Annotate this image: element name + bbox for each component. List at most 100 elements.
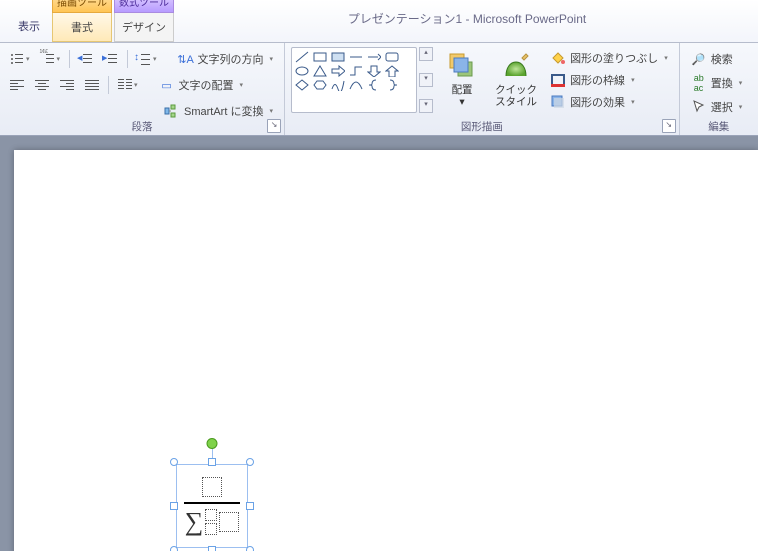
bullets-button[interactable]: [6, 49, 34, 69]
align-justify-button[interactable]: [81, 75, 103, 95]
shape-line2[interactable]: [348, 50, 364, 64]
shape-rect[interactable]: [312, 50, 328, 64]
shapes-gallery[interactable]: [291, 47, 417, 113]
find-button[interactable]: 🔎 検索: [686, 47, 752, 71]
gallery-expand[interactable]: ▾: [419, 99, 433, 113]
outdent-icon: [79, 52, 93, 66]
quick-styles-button[interactable]: クイック スタイル: [491, 47, 541, 117]
align-justify-icon: [85, 80, 99, 90]
separator: [127, 50, 128, 68]
group-paragraph: ⇅A 文字列の方向 ▭ 文字の配置 SmartArt に変換: [0, 43, 285, 135]
increase-indent-button[interactable]: [100, 49, 122, 69]
dialog-launcher-drawing[interactable]: ↘: [662, 119, 676, 133]
shape-outline-label: 図形の枠線: [570, 72, 625, 88]
select-label: 選択: [711, 99, 733, 115]
columns-icon: [118, 79, 132, 91]
shape-brace-l[interactable]: [366, 78, 382, 92]
smartart-icon: [164, 103, 180, 119]
tab-strip: 表示 描画ツール 書式 数式ツール デザイン プレゼンテーション1 - Micr…: [0, 0, 758, 43]
shape-fill-button[interactable]: 図形の塗りつぶし: [545, 47, 673, 69]
tab-design[interactable]: デザイン: [114, 13, 174, 42]
text-direction-button[interactable]: ⇅A 文字列の方向: [173, 47, 279, 71]
align-right-button[interactable]: [56, 75, 78, 95]
find-label: 検索: [711, 51, 733, 67]
equation-tools-header: 数式ツール: [114, 0, 174, 13]
shape-triangle[interactable]: [312, 64, 328, 78]
shape-arrow-up[interactable]: [384, 64, 400, 78]
dialog-launcher-paragraph[interactable]: ↘: [267, 119, 281, 133]
outline-icon: [550, 72, 566, 88]
shape-arrow-down[interactable]: [366, 64, 382, 78]
contextual-tab-drawing-tools[interactable]: 描画ツール 書式: [52, 0, 112, 42]
equation-content[interactable]: ∑: [182, 470, 242, 542]
resize-handle-ne[interactable]: [246, 458, 254, 466]
contextual-tab-equation-tools[interactable]: 数式ツール デザイン: [114, 0, 174, 42]
align-center-button[interactable]: [31, 75, 53, 95]
shape-connector[interactable]: [348, 64, 364, 78]
line-spacing-icon: [137, 52, 151, 66]
align-left-button[interactable]: [6, 75, 28, 95]
shape-arrow-right[interactable]: [330, 64, 346, 78]
shape-outline-button[interactable]: 図形の枠線: [545, 69, 673, 91]
shape-brace-r[interactable]: [384, 78, 400, 92]
shape-effects-button[interactable]: 図形の効果: [545, 91, 673, 113]
group-editing: 🔎 検索 abac 置換 選択 編集: [680, 43, 758, 135]
equation-object[interactable]: ∑: [170, 458, 254, 551]
shape-arc[interactable]: [348, 78, 364, 92]
shape-diamond[interactable]: [294, 78, 310, 92]
bullets-icon: [10, 52, 24, 66]
align-text-label: 文字の配置: [179, 77, 234, 93]
sigma-lower-placeholder[interactable]: [205, 523, 217, 535]
align-text-icon: ▭: [159, 77, 175, 93]
replace-button[interactable]: abac 置換: [686, 71, 752, 95]
shape-effects-label: 図形の効果: [570, 94, 625, 110]
group-label-editing: 編集: [680, 119, 758, 134]
group-drawing: ▴ ▾ ▾ 配置▾ クイック スタイル: [285, 43, 680, 135]
group-label-paragraph: 段落: [0, 119, 284, 134]
slide[interactable]: ∑: [14, 150, 758, 551]
sigma-upper-placeholder[interactable]: [205, 509, 217, 521]
numbering-icon: [41, 52, 55, 66]
fill-icon: [550, 50, 566, 66]
slide-canvas-area[interactable]: ∑: [0, 136, 758, 551]
separator: [69, 50, 70, 68]
arrange-icon: [446, 50, 478, 82]
text-direction-icon: ⇅A: [178, 51, 194, 67]
quick-styles-icon: [500, 50, 532, 82]
replace-label: 置換: [711, 75, 733, 91]
resize-handle-nw[interactable]: [170, 458, 178, 466]
smartart-label: SmartArt に変換: [184, 103, 263, 119]
columns-button[interactable]: [114, 75, 142, 95]
sigma-body-placeholder[interactable]: [219, 512, 239, 532]
line-spacing-button[interactable]: [133, 49, 161, 69]
shape-curve[interactable]: [330, 78, 346, 92]
numbering-button[interactable]: [37, 49, 65, 69]
select-icon: [691, 99, 707, 115]
tab-format[interactable]: 書式: [52, 13, 112, 42]
align-right-icon: [60, 80, 74, 90]
shape-line[interactable]: [294, 50, 310, 64]
select-button[interactable]: 選択: [686, 95, 752, 119]
gallery-scroll-up[interactable]: ▴: [419, 47, 433, 61]
shape-arrow-line[interactable]: [366, 50, 382, 64]
shape-rect-filled[interactable]: [330, 50, 346, 64]
decrease-indent-button[interactable]: [75, 49, 97, 69]
replace-icon: abac: [691, 75, 707, 91]
shape-rounded-rect[interactable]: [384, 50, 400, 64]
tab-view[interactable]: 表示: [6, 8, 52, 42]
resize-handle-n[interactable]: [208, 458, 216, 466]
fraction-bar: [184, 502, 240, 504]
find-icon: 🔎: [691, 51, 707, 67]
align-text-button[interactable]: ▭ 文字の配置: [154, 73, 249, 97]
sigma-symbol: ∑: [185, 509, 204, 535]
arrange-button[interactable]: 配置▾: [437, 47, 487, 117]
drawing-tools-header: 描画ツール: [52, 0, 112, 13]
equation-denominator[interactable]: ∑: [185, 509, 240, 535]
resize-handle-e[interactable]: [246, 502, 254, 510]
equation-numerator-placeholder[interactable]: [202, 477, 222, 497]
gallery-scroll-down[interactable]: ▾: [419, 73, 433, 87]
shape-hexagon[interactable]: [312, 78, 328, 92]
resize-handle-w[interactable]: [170, 502, 178, 510]
rotation-handle[interactable]: [207, 438, 218, 449]
shape-oval[interactable]: [294, 64, 310, 78]
